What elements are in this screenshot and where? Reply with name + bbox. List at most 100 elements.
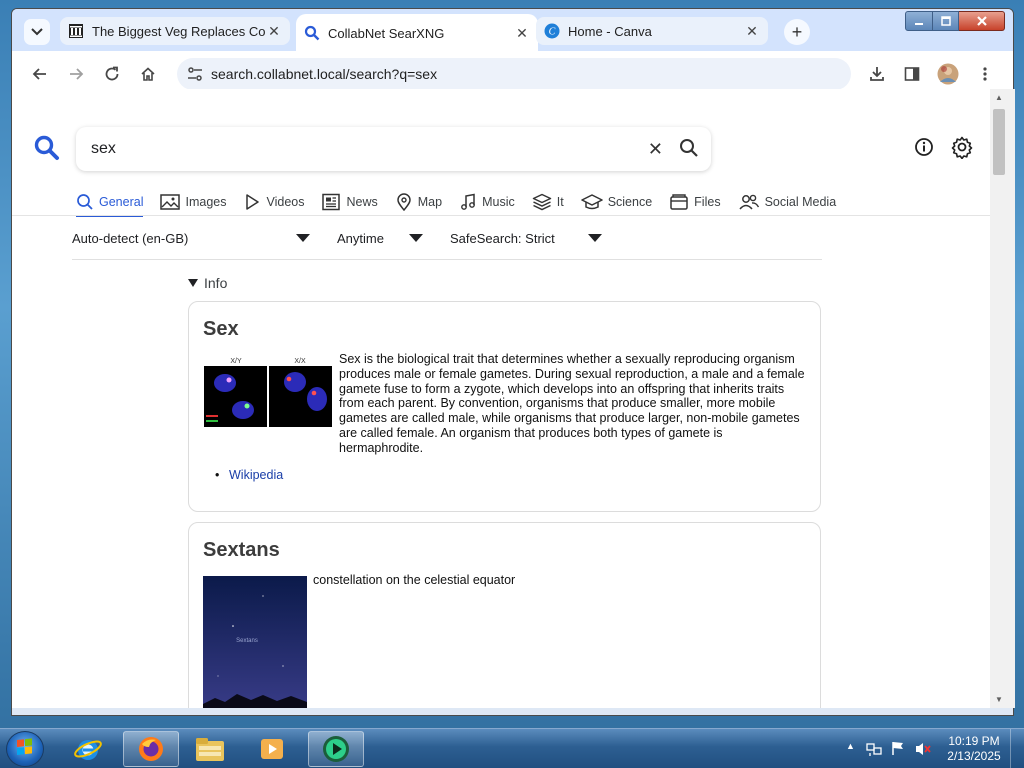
gear-icon[interactable] [950,135,974,159]
close-tab-icon[interactable]: ✕ [744,23,760,40]
searxng-logo-icon[interactable] [34,135,60,161]
address-bar[interactable]: search.collabnet.local/search?q=sex [177,58,851,90]
divider [72,259,822,260]
category-label: Videos [266,195,305,209]
tab-files[interactable]: Files [669,189,721,215]
time-range-select[interactable]: Anytime [337,231,425,246]
side-panel-icon [904,67,920,81]
tab-news[interactable]: News [321,189,378,215]
scroll-up-icon[interactable]: ▲ [993,93,1005,102]
file-explorer-icon [196,738,224,761]
show-desktop-button[interactable] [1010,729,1024,768]
home-icon [141,67,155,81]
safesearch-select[interactable]: SafeSearch: Strict [450,231,605,246]
profile-avatar[interactable] [936,62,960,86]
category-label: Map [417,195,443,209]
forward-button[interactable] [64,62,88,86]
search-input[interactable]: sex ✕ [76,127,711,171]
tab-general[interactable]: General [76,189,144,217]
volume-muted-icon[interactable] [914,741,932,757]
info-icon[interactable] [914,137,934,157]
minimize-button[interactable] [905,11,933,31]
infobox-image[interactable]: X/Y X/X [203,355,333,427]
network-icon[interactable] [866,741,882,757]
new-tab-button[interactable]: + [784,19,810,45]
reload-button[interactable] [100,62,124,86]
layers-icon [532,193,551,211]
taskbar-media-player[interactable] [244,731,300,767]
tab-canva[interactable]: C Home - Canva ✕ [536,17,768,45]
tab-search-button[interactable] [24,19,50,45]
tab-science[interactable]: Science [580,189,652,215]
tab-it[interactable]: It [532,189,564,215]
maximize-button[interactable] [933,11,959,31]
page-scrollbar[interactable]: ▲ ▼ [990,89,1015,708]
close-window-button[interactable] [959,11,1005,31]
taskbar-screen-recorder[interactable] [308,731,364,767]
canva-icon: C [544,23,560,39]
tab-biggest-veg[interactable]: The Biggest Veg Replaces Colle ✕ [60,17,290,45]
url-text: search.collabnet.local/search?q=sex [211,66,438,82]
image-icon [160,194,181,210]
tab-videos[interactable]: Videos [243,189,304,215]
home-button[interactable] [136,62,160,86]
tab-collabnet-searxng[interactable]: CollabNet SearXNG ✕ [296,14,538,52]
divider [12,215,990,216]
show-hidden-icons-icon[interactable]: ▲ [846,741,855,751]
image-caption-xy: X/Y [230,358,242,365]
media-player-icon [261,739,283,759]
tab-images[interactable]: Images [160,189,226,215]
windows-logo-icon [17,738,32,755]
info-toggle-label: Info [204,275,228,291]
start-button[interactable] [6,731,44,767]
screen-recorder-icon [323,736,349,762]
back-button[interactable] [28,62,52,86]
close-tab-icon[interactable]: ✕ [514,25,530,42]
graduation-cap-icon [580,194,603,210]
scroll-down-icon[interactable]: ▼ [993,695,1005,704]
image-caption-xx: X/X [294,358,306,365]
infobox-title: Sex [203,318,239,340]
tab-map[interactable]: Map [395,189,442,215]
minimize-icon [915,23,923,25]
window-controls [905,11,1005,31]
infobox-sextans: Sextans Sextans constellation on the cel… [188,522,821,708]
tab-title: CollabNet SearXNG [328,25,445,41]
constellation-label: Sextans [236,638,258,644]
info-toggle[interactable]: Info [188,275,227,291]
browser-menu-button[interactable] [973,62,997,86]
files-icon [670,194,688,210]
taskbar-file-explorer[interactable] [182,731,238,767]
newspaper-icon [322,193,341,211]
arrow-right-icon [70,68,84,80]
language-select[interactable]: Auto-detect (en-GB) [72,231,312,246]
wikipedia-link[interactable]: Wikipedia [215,468,283,482]
taskbar-clock[interactable]: 10:19 PM 2/13/2025 [946,734,1002,764]
search-icon[interactable] [679,138,699,158]
site-info-icon[interactable] [187,66,203,82]
close-tab-icon[interactable]: ✕ [266,23,282,40]
reload-icon [105,66,119,81]
arrow-left-icon [32,68,46,80]
triangle-down-icon [188,279,198,287]
tab-music[interactable]: Music [459,189,515,215]
side-panel-button[interactable] [900,62,924,86]
tab-social-media[interactable]: Social Media [738,189,837,215]
category-label: Music [482,195,515,209]
category-label: General [99,195,144,209]
taskbar-firefox[interactable] [123,731,179,767]
clear-search-icon[interactable]: ✕ [648,139,663,160]
select-value: Auto-detect (en-GB) [72,231,189,246]
category-label: Social Media [764,195,837,209]
category-label: Files [694,195,721,209]
action-center-flag-icon[interactable] [890,740,906,756]
constellation-image[interactable]: Sextans [203,576,307,708]
page-content: sex ✕ General Images Videos News Map Mus… [12,89,990,708]
scrollbar-thumb[interactable] [993,109,1005,175]
taskbar-internet-explorer[interactable] [60,731,116,767]
select-value: Anytime [337,231,384,246]
tab-title: Home - Canva [568,23,652,39]
search-query: sex [91,140,116,157]
museum-icon [68,23,84,39]
downloads-button[interactable] [865,62,889,86]
